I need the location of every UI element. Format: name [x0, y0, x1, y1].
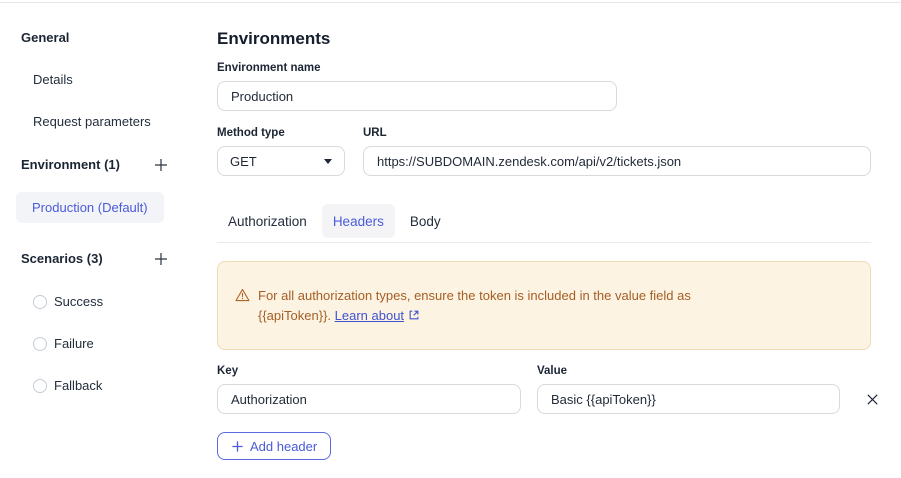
external-link-icon — [408, 307, 420, 327]
environment-name-label: Environment name — [217, 62, 617, 74]
request-tabs: Authorization Headers Body — [217, 204, 888, 238]
add-header-button[interactable]: Add header — [217, 432, 331, 460]
method-type-field: Method type GET — [217, 127, 345, 176]
radio-button-icon[interactable] — [33, 379, 47, 393]
sidebar: General Details Request parameters Envir… — [0, 3, 200, 460]
sidebar-section-general: General — [21, 30, 200, 45]
remove-header-button[interactable] — [864, 384, 880, 414]
scenario-fallback[interactable]: Fallback — [33, 378, 200, 393]
header-key-label: Key — [217, 365, 521, 377]
header-row: Key Value — [217, 365, 888, 414]
warning-banner: For all authorization types, ensure the … — [217, 261, 871, 350]
add-scenario-button[interactable] — [152, 250, 169, 267]
sidebar-section-environment-header: Environment (1) — [21, 156, 169, 173]
scenario-label: Success — [54, 294, 103, 309]
header-key-input[interactable] — [217, 384, 521, 414]
radio-button-icon[interactable] — [33, 337, 47, 351]
plus-icon — [153, 251, 169, 267]
tabs-divider — [217, 242, 871, 243]
sidebar-item-details[interactable]: Details — [33, 72, 200, 87]
scenario-failure[interactable]: Failure — [33, 336, 200, 351]
warning-text: For all authorization types, ensure the … — [258, 288, 691, 323]
tab-authorization[interactable]: Authorization — [217, 204, 318, 238]
page-layout: General Details Request parameters Envir… — [0, 3, 901, 460]
add-environment-button[interactable] — [152, 156, 169, 173]
page-title: Environments — [217, 29, 888, 49]
header-value-label: Value — [537, 365, 840, 377]
sidebar-item-request-parameters[interactable]: Request parameters — [33, 114, 200, 129]
radio-button-icon[interactable] — [33, 295, 47, 309]
sidebar-section-scenarios: Scenarios (3) — [21, 251, 103, 266]
close-icon — [865, 392, 880, 407]
header-value-field: Value — [537, 365, 840, 414]
plus-icon — [153, 157, 169, 173]
header-key-field: Key — [217, 365, 521, 414]
environment-name-field: Environment name — [217, 62, 617, 111]
scenario-label: Failure — [54, 336, 94, 351]
environment-name-input[interactable] — [217, 81, 617, 111]
sidebar-section-scenarios-header: Scenarios (3) — [21, 250, 169, 267]
method-type-label: Method type — [217, 127, 345, 139]
tab-body[interactable]: Body — [399, 204, 452, 238]
warning-icon — [235, 288, 250, 302]
header-value-input[interactable] — [537, 384, 840, 414]
method-url-row: Method type GET URL — [217, 127, 888, 176]
warning-message: For all authorization types, ensure the … — [258, 286, 763, 327]
main-content: Environments Environment name Method typ… — [200, 3, 888, 460]
method-type-select[interactable]: GET — [217, 146, 345, 176]
add-header-label: Add header — [250, 439, 317, 454]
sidebar-section-environment: Environment (1) — [21, 157, 120, 172]
chevron-down-icon — [324, 159, 332, 164]
plus-icon — [231, 440, 244, 453]
url-input[interactable] — [363, 146, 871, 176]
sidebar-item-production-default[interactable]: Production (Default) — [16, 192, 164, 223]
scenario-label: Fallback — [54, 378, 102, 393]
learn-about-link[interactable]: Learn about — [335, 308, 404, 323]
scenario-success[interactable]: Success — [33, 294, 200, 309]
url-label: URL — [363, 127, 871, 139]
tab-headers[interactable]: Headers — [322, 204, 395, 238]
method-type-value: GET — [230, 154, 257, 169]
url-field: URL — [363, 127, 871, 176]
